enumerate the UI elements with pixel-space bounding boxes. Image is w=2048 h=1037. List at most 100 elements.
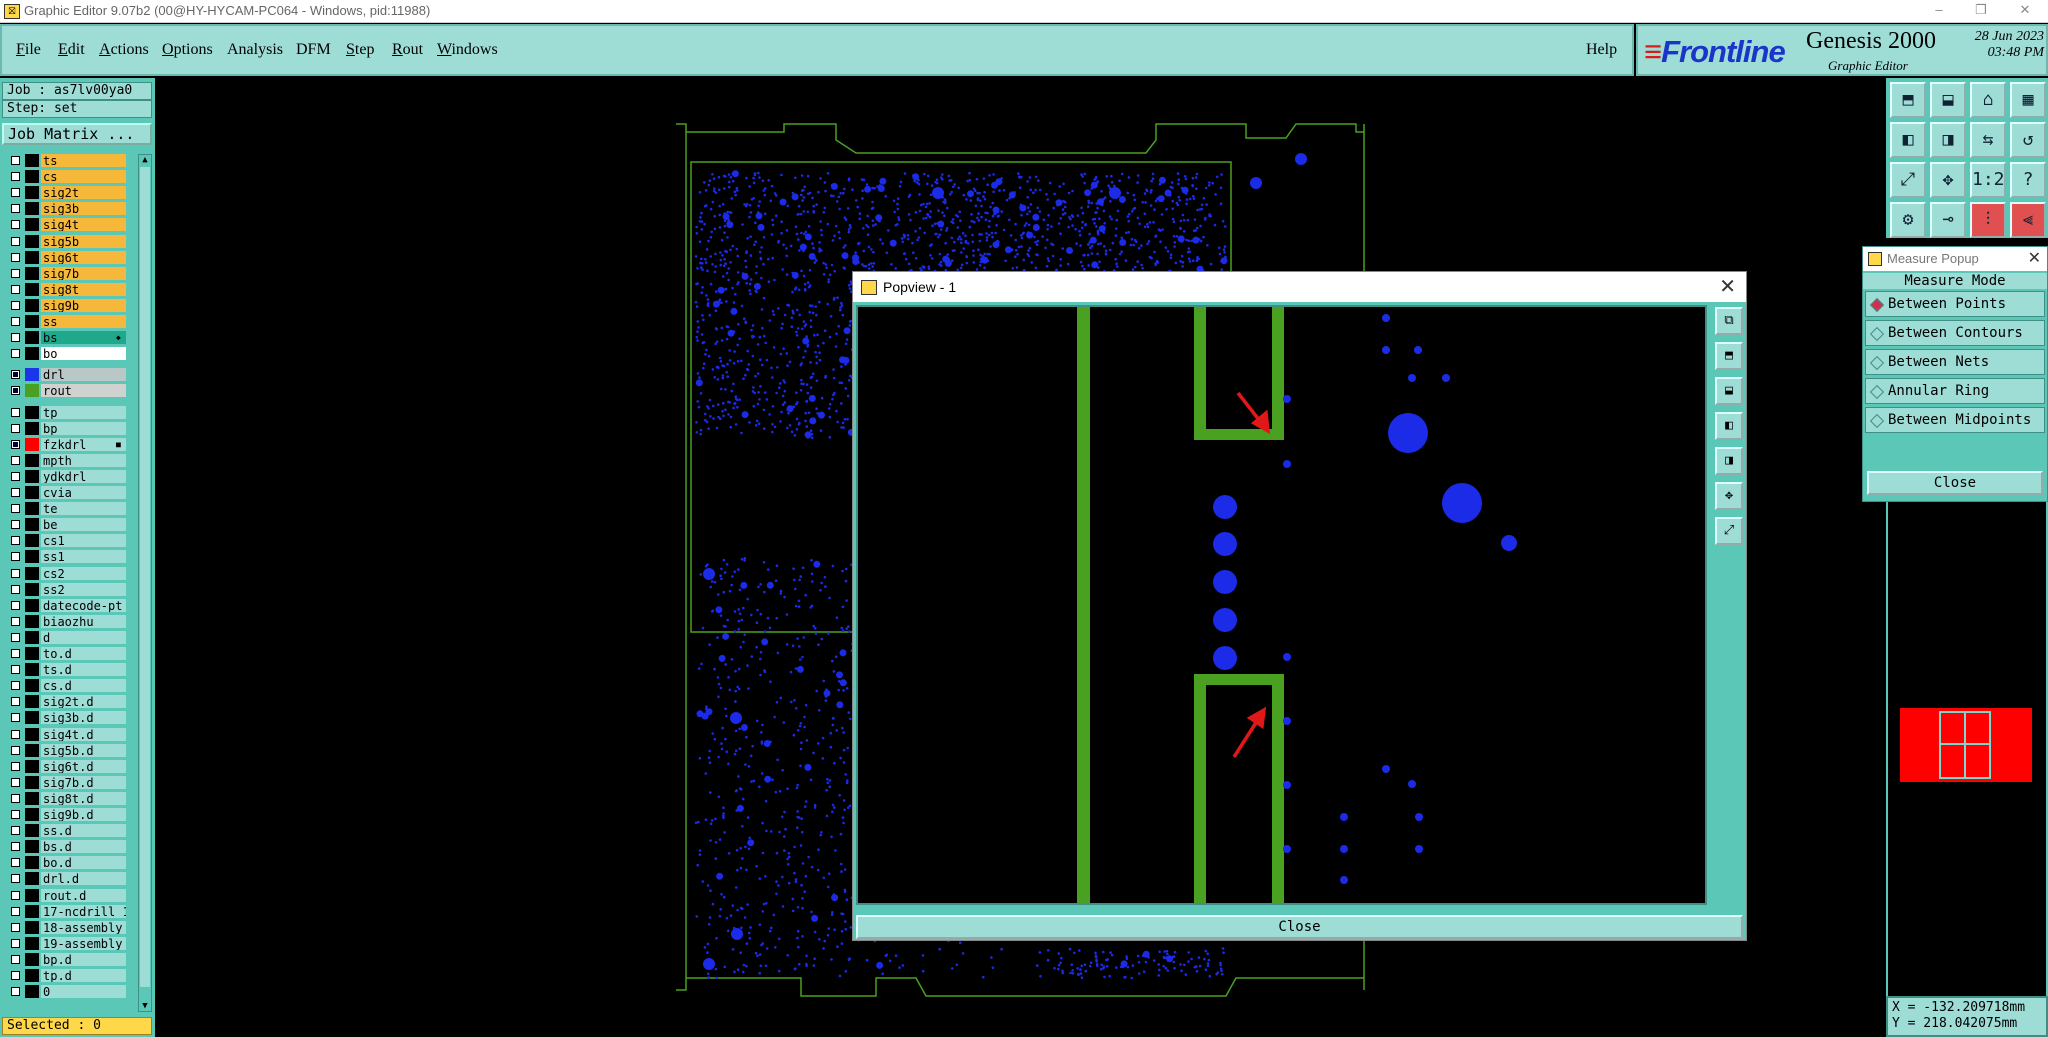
layer-color-swatch[interactable] xyxy=(25,904,39,918)
layer-name[interactable]: tp.d xyxy=(41,969,126,982)
popview-canvas[interactable] xyxy=(856,305,1707,905)
layer-name[interactable]: sig5b xyxy=(41,234,126,248)
layer-color-swatch[interactable] xyxy=(25,647,39,660)
layer-checkbox[interactable] xyxy=(11,220,20,230)
layer-name[interactable]: bp xyxy=(41,421,126,435)
fit-screen-icon[interactable]: ⤢ xyxy=(1890,162,1926,198)
layer-checkbox[interactable] xyxy=(11,616,20,626)
layer-color-swatch[interactable] xyxy=(25,888,39,902)
layer-name[interactable]: cs2 xyxy=(41,566,126,580)
layer-color-swatch[interactable] xyxy=(25,695,39,709)
layer-row[interactable]: bp xyxy=(4,421,126,436)
layer-name[interactable]: ss1 xyxy=(41,550,126,564)
layer-checkbox[interactable] xyxy=(11,713,20,723)
layer-row[interactable]: bo.d xyxy=(4,856,126,870)
layer-row[interactable]: be xyxy=(4,518,126,532)
mode-between-nets[interactable]: Between Nets xyxy=(1865,349,2045,375)
layer-row[interactable]: sig2t.d xyxy=(4,695,126,709)
layer-name[interactable]: sig4t xyxy=(41,218,126,232)
layer-checkbox[interactable] xyxy=(11,632,20,642)
layer-row[interactable]: bo xyxy=(4,347,126,361)
layer-color-swatch[interactable] xyxy=(25,368,39,382)
layer-color-swatch[interactable] xyxy=(25,234,39,248)
board-thumbnail[interactable] xyxy=(1900,708,2032,782)
layer-color-swatch[interactable] xyxy=(25,727,39,741)
layer-checkbox[interactable] xyxy=(11,284,20,294)
mode-between-midpoints[interactable]: Between Midpoints xyxy=(1865,407,2045,433)
layer-name[interactable]: sig8t xyxy=(41,282,126,296)
restore-button[interactable]: ❐ xyxy=(1966,2,1996,18)
zoom-home-icon[interactable]: ⬒ xyxy=(1890,82,1926,118)
layer-row[interactable]: ts.d xyxy=(4,663,126,677)
layer-checkbox[interactable] xyxy=(11,777,20,787)
layer-row[interactable]: bs ◆ xyxy=(4,331,126,345)
layer-name[interactable]: sig7b.d xyxy=(41,775,126,789)
layer-checkbox[interactable] xyxy=(11,439,20,449)
layer-checkbox[interactable] xyxy=(11,665,20,675)
layer-color-swatch[interactable] xyxy=(25,154,39,167)
layer-row[interactable]: drl.d xyxy=(4,872,126,886)
layer-checkbox[interactable] xyxy=(11,890,20,900)
mode-annular-ring[interactable]: Annular Ring xyxy=(1865,378,2045,404)
menu-rout[interactable]: Rout xyxy=(392,41,423,59)
zoom-in-icon[interactable]: ⬒ xyxy=(1715,342,1743,370)
layer-checkbox[interactable] xyxy=(11,584,20,594)
mode-between-contours[interactable]: Between Contours xyxy=(1865,320,2045,346)
zoom-out-icon[interactable]: ⬓ xyxy=(1715,377,1743,405)
layer-row[interactable]: cs.d xyxy=(4,679,126,693)
minimize-button[interactable]: – xyxy=(1924,2,1954,17)
layer-row[interactable]: sig2t xyxy=(4,186,126,200)
layer-checkbox[interactable] xyxy=(11,600,20,610)
layer-checkbox[interactable] xyxy=(11,681,20,691)
layer-row[interactable]: sig6t xyxy=(4,250,126,265)
layer-row[interactable]: biaozhu xyxy=(4,614,126,629)
help-icon[interactable]: ? xyxy=(2010,162,2046,198)
layer-name[interactable]: drl xyxy=(41,368,126,382)
layer-checkbox[interactable] xyxy=(11,761,20,771)
layer-name[interactable]: 19-assembly xyxy=(41,936,126,950)
layer-checkbox[interactable] xyxy=(11,455,20,465)
layer-color-swatch[interactable] xyxy=(25,266,39,280)
close-icon[interactable]: ✕ xyxy=(1719,272,1736,302)
layer-checkbox[interactable] xyxy=(11,810,20,819)
layer-name[interactable]: cs xyxy=(41,170,126,184)
layer-name[interactable]: ss2 xyxy=(41,582,126,596)
layer-checkbox[interactable] xyxy=(11,156,20,165)
layer-checkbox[interactable] xyxy=(11,370,20,380)
mode-between-points[interactable]: Between Points xyxy=(1865,291,2045,317)
menu-actions[interactable]: Actions xyxy=(99,41,149,59)
layer-color-swatch[interactable] xyxy=(25,384,39,398)
settings-icon[interactable]: ⚙ xyxy=(1890,202,1926,238)
layer-row[interactable]: ss2 xyxy=(4,582,126,597)
layer-checkbox[interactable] xyxy=(11,906,20,916)
layer-row[interactable]: 17-ncdrill_1 xyxy=(4,904,126,919)
layer-checkbox[interactable] xyxy=(11,954,20,964)
layer-color-swatch[interactable] xyxy=(25,856,39,870)
layer-row[interactable]: to.d xyxy=(4,647,126,661)
layer-row[interactable]: ss xyxy=(4,315,126,329)
layer-checkbox[interactable] xyxy=(11,729,20,739)
radio-icon[interactable] xyxy=(1869,413,1885,429)
layer-row[interactable]: sig3b xyxy=(4,202,126,216)
layer-color-swatch[interactable] xyxy=(25,331,39,345)
layer-name[interactable]: bo xyxy=(41,347,126,361)
layer-name[interactable]: 18-assembly xyxy=(41,920,126,934)
layer-row[interactable]: te xyxy=(4,502,126,516)
layer-name[interactable]: to.d xyxy=(41,647,126,660)
layer-name[interactable]: sig9b xyxy=(41,298,126,312)
menu-step[interactable]: Step xyxy=(346,41,374,59)
layer-name[interactable]: sig6t.d xyxy=(41,759,126,773)
layer-row[interactable]: 18-assembly xyxy=(4,920,126,935)
popview-close-button[interactable]: Close xyxy=(856,915,1743,939)
layer-row[interactable]: sig4t.d xyxy=(4,727,126,742)
layer-name[interactable]: sig2t.d xyxy=(41,695,126,709)
layer-name[interactable]: sig8t.d xyxy=(41,791,126,805)
layer-name[interactable]: biaozhu xyxy=(41,614,126,628)
menu-analysis[interactable]: Analysis xyxy=(227,41,283,59)
layer-row[interactable]: cs xyxy=(4,170,126,184)
close-window-button[interactable]: ✕ xyxy=(2010,2,2040,18)
layer-color-swatch[interactable] xyxy=(25,298,39,312)
layer-color-swatch[interactable] xyxy=(25,775,39,789)
layer-row[interactable]: rout xyxy=(4,384,126,398)
scroll-down-icon[interactable]: ▼ xyxy=(140,1001,150,1011)
